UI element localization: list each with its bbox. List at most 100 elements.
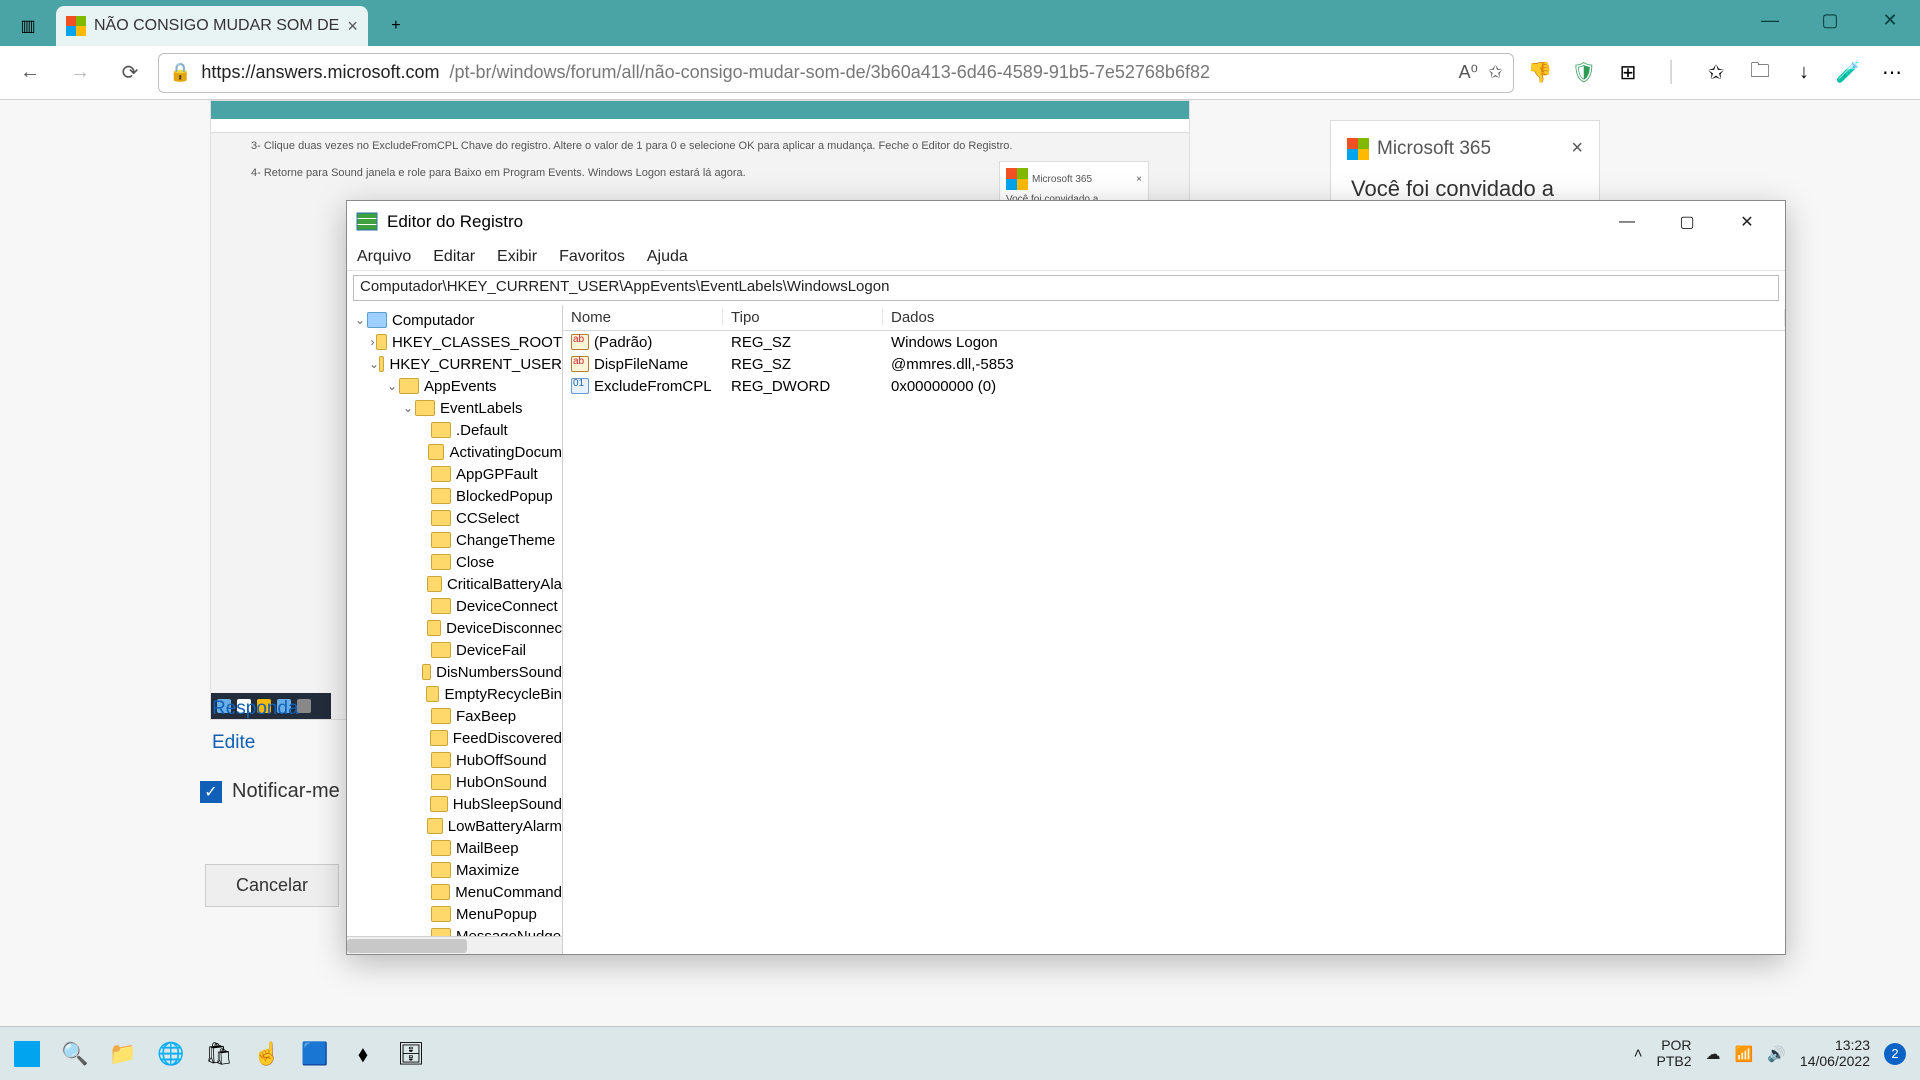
menu-editar[interactable]: Editar xyxy=(433,248,475,266)
tree-node-hkey-classes-root[interactable]: ›HKEY_CLASSES_ROOT xyxy=(349,331,562,353)
regedit-minimize-button[interactable]: — xyxy=(1597,201,1657,243)
tree-node-mailbeep[interactable]: MailBeep xyxy=(349,837,562,859)
language-indicator[interactable]: POR PTB2 xyxy=(1657,1038,1692,1069)
system-tray: ˄ POR PTB2 ☁ 📶 🔊 13:23 14/06/2022 2 xyxy=(1634,1038,1920,1069)
edite-link[interactable]: Edite xyxy=(212,726,299,760)
ms-favicon-icon xyxy=(66,16,86,36)
col-nome[interactable]: Nome xyxy=(563,309,723,326)
ms-logo-icon xyxy=(1347,138,1369,160)
ext-bottle-icon[interactable]: 🧪 xyxy=(1828,53,1868,93)
fingerprint-app-icon[interactable]: ☝ xyxy=(246,1033,288,1075)
address-bar[interactable]: 🔒 https://answers.microsoft.com/pt-br/wi… xyxy=(158,53,1514,93)
tree-node-computador[interactable]: ⌄Computador xyxy=(349,309,562,331)
value-row[interactable]: ExcludeFromCPLREG_DWORD0x00000000 (0) xyxy=(563,375,1785,397)
tree-twisty-icon[interactable]: ⌄ xyxy=(353,313,367,327)
regedit-taskbar-icon[interactable]: 🗄 xyxy=(390,1033,432,1075)
tree-twisty-icon[interactable]: › xyxy=(369,335,376,349)
tree-node-faxbeep[interactable]: FaxBeep xyxy=(349,705,562,727)
regedit-close-button[interactable]: ✕ xyxy=(1717,201,1777,243)
tree-node-changetheme[interactable]: ChangeTheme xyxy=(349,529,562,551)
tree-node-close[interactable]: Close xyxy=(349,551,562,573)
downloads-button[interactable]: ↓ xyxy=(1784,53,1824,93)
tree-node-hkey-current-user[interactable]: ⌄HKEY_CURRENT_USER xyxy=(349,353,562,375)
obsidian-icon[interactable]: ⬧ xyxy=(342,1033,384,1075)
settings-menu-button[interactable]: ⋯ xyxy=(1872,53,1912,93)
tree-node-devicedisconnec[interactable]: DeviceDisconnec xyxy=(349,617,562,639)
menu-exibir[interactable]: Exibir xyxy=(497,248,537,266)
clock[interactable]: 13:23 14/06/2022 xyxy=(1800,1038,1870,1069)
col-tipo[interactable]: Tipo xyxy=(723,309,883,326)
tree-twisty-icon[interactable]: ⌄ xyxy=(385,379,399,393)
app-blue-icon[interactable]: 🟦 xyxy=(294,1033,336,1075)
value-row[interactable]: (Padrão)REG_SZWindows Logon xyxy=(563,331,1785,353)
browser-tab-active[interactable]: NÃO CONSIGO MUDAR SOM DE × xyxy=(56,6,368,46)
nav-reload-button[interactable]: ⟳ xyxy=(108,51,152,95)
cancelar-button[interactable]: Cancelar xyxy=(205,864,339,907)
tree-node-maximize[interactable]: Maximize xyxy=(349,859,562,881)
store-button[interactable]: 🛍 xyxy=(198,1033,240,1075)
side-close-button[interactable]: × xyxy=(1571,137,1583,160)
ext-puzzle-icon[interactable]: ⊞ xyxy=(1608,53,1648,93)
collections-button[interactable]: 🗀 xyxy=(1740,53,1780,93)
tree-node-huboffsound[interactable]: HubOffSound xyxy=(349,749,562,771)
tree-node-feeddiscovered[interactable]: FeedDiscovered xyxy=(349,727,562,749)
new-tab-button[interactable]: + xyxy=(368,6,424,46)
tree-node-appgpfault[interactable]: AppGPFault xyxy=(349,463,562,485)
edge-button[interactable]: 🌐 xyxy=(150,1033,192,1075)
regedit-tree[interactable]: ⌄Computador›HKEY_CLASSES_ROOT⌄HKEY_CURRE… xyxy=(347,305,563,954)
tree-node-criticalbatteryala[interactable]: CriticalBatteryAla xyxy=(349,573,562,595)
tree-node-appevents[interactable]: ⌄AppEvents xyxy=(349,375,562,397)
tree-node-hubsleepsound[interactable]: HubSleepSound xyxy=(349,793,562,815)
nav-forward-button[interactable]: → xyxy=(58,51,102,95)
ext-thumbsdown-icon[interactable]: 👎 xyxy=(1520,53,1560,93)
tray-wifi-icon[interactable]: 📶 xyxy=(1735,1045,1754,1063)
tree-node-disnumberssound[interactable]: DisNumbersSound xyxy=(349,661,562,683)
search-button[interactable]: 🔍 xyxy=(54,1033,96,1075)
menu-favoritos[interactable]: Favoritos xyxy=(559,248,625,266)
favorite-star-icon[interactable]: ✩ xyxy=(1488,62,1503,83)
tree-twisty-icon[interactable]: ⌄ xyxy=(401,401,415,415)
tree-node-hubonsound[interactable]: HubOnSound xyxy=(349,771,562,793)
menu-arquivo[interactable]: Arquivo xyxy=(357,248,411,266)
tab-close-icon[interactable]: × xyxy=(347,16,358,37)
responda-link[interactable]: Responda xyxy=(212,692,299,726)
tray-volume-icon[interactable]: 🔊 xyxy=(1767,1045,1786,1063)
tree-label: Maximize xyxy=(456,862,519,879)
tree-node-devicefail[interactable]: DeviceFail xyxy=(349,639,562,661)
tree-node-menupopup[interactable]: MenuPopup xyxy=(349,903,562,925)
nav-back-button[interactable]: ← xyxy=(8,51,52,95)
regedit-address-bar[interactable]: Computador\HKEY_CURRENT_USER\AppEvents\E… xyxy=(353,275,1779,301)
tree-node-eventlabels[interactable]: ⌄EventLabels xyxy=(349,397,562,419)
value-row[interactable]: DispFileNameREG_SZ@mmres.dll,-5853 xyxy=(563,353,1785,375)
tray-chevron-icon[interactable]: ˄ xyxy=(1634,1045,1643,1062)
tree-node-emptyrecyclebin[interactable]: EmptyRecycleBin xyxy=(349,683,562,705)
regedit-titlebar[interactable]: Editor do Registro — ▢ ✕ xyxy=(347,201,1785,243)
tree-node--default[interactable]: .Default xyxy=(349,419,562,441)
tab-actions-button[interactable]: ▥ xyxy=(0,6,56,46)
tray-onedrive-icon[interactable]: ☁ xyxy=(1706,1045,1721,1063)
tree-node-menucommand[interactable]: MenuCommand xyxy=(349,881,562,903)
tree-label: DeviceDisconnec xyxy=(446,620,562,637)
favorites-button[interactable]: ✩ xyxy=(1696,53,1736,93)
notification-badge[interactable]: 2 xyxy=(1884,1043,1906,1065)
regedit-maximize-button[interactable]: ▢ xyxy=(1657,201,1717,243)
tree-node-ccselect[interactable]: CCSelect xyxy=(349,507,562,529)
tree-twisty-icon[interactable]: ⌄ xyxy=(369,357,379,371)
col-dados[interactable]: Dados xyxy=(883,309,1785,326)
value-str-icon xyxy=(571,334,589,350)
folder-icon xyxy=(431,598,451,614)
notify-checkbox[interactable]: ✓ xyxy=(200,781,222,803)
window-maximize-button[interactable]: ▢ xyxy=(1800,0,1860,40)
tree-node-lowbatteryalarm[interactable]: LowBatteryAlarm xyxy=(349,815,562,837)
tree-hscrollbar[interactable] xyxy=(347,936,562,954)
window-minimize-button[interactable]: — xyxy=(1740,0,1800,40)
explorer-button[interactable]: 📁 xyxy=(102,1033,144,1075)
start-button[interactable] xyxy=(6,1033,48,1075)
window-close-button[interactable]: ✕ xyxy=(1860,0,1920,40)
read-aloud-button[interactable]: A⁰ xyxy=(1459,62,1478,83)
tree-node-blockedpopup[interactable]: BlockedPopup xyxy=(349,485,562,507)
ext-shield-icon[interactable]: 🛡 xyxy=(1564,53,1604,93)
tree-node-deviceconnect[interactable]: DeviceConnect xyxy=(349,595,562,617)
menu-ajuda[interactable]: Ajuda xyxy=(647,248,688,266)
tree-node-activatingdocum[interactable]: ActivatingDocum xyxy=(349,441,562,463)
